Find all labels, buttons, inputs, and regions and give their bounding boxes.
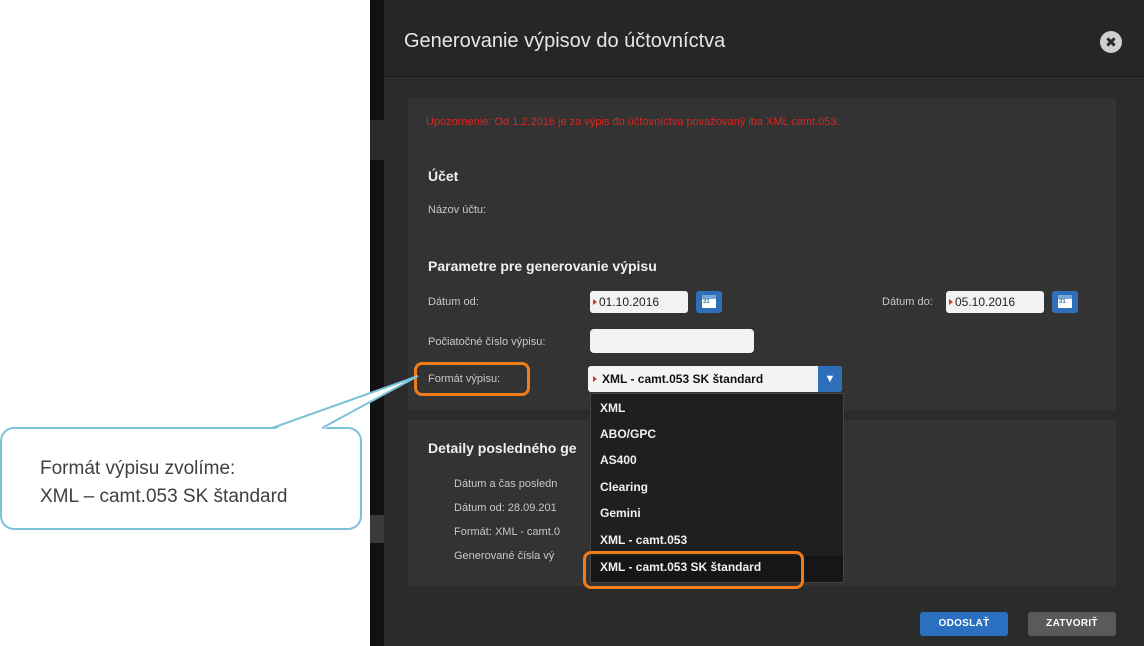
date-from-value: 01.10.2016 (599, 295, 660, 309)
required-marker (593, 376, 597, 382)
required-marker (949, 299, 953, 305)
chevron-down-icon[interactable]: ▼ (818, 366, 842, 392)
selected-option-highlight (583, 551, 804, 589)
date-to-label: Dátum do: (882, 296, 933, 308)
date-from-input[interactable]: 01.10.2016 (590, 291, 688, 313)
last-details-line: Formát: XML - camt.0 (454, 526, 560, 538)
callout-line: Formát výpisu zvolíme: (40, 458, 236, 479)
account-name-label: Názov účtu: (428, 204, 487, 216)
last-details-title: Detaily posledného ge (428, 440, 577, 456)
format-option-abo-gpc[interactable]: ABO/GPC (600, 427, 656, 441)
format-option-as400[interactable]: AS400 (600, 453, 637, 467)
format-option-gemini[interactable]: Gemini (600, 506, 641, 520)
background-fragment (370, 515, 384, 543)
account-section-title: Účet (428, 168, 459, 184)
last-details-line: Generované čísla vý (454, 550, 555, 562)
last-details-line: Dátum a čas posledn (454, 478, 558, 490)
format-option-camt053[interactable]: XML - camt.053 (600, 533, 687, 547)
date-to-input[interactable]: 05.10.2016 (946, 291, 1044, 313)
format-option-clearing[interactable]: Clearing (600, 480, 648, 494)
date-to-value: 05.10.2016 (955, 295, 1016, 309)
format-select[interactable]: XML - camt.053 SK štandard ▼ (588, 366, 842, 392)
close-button[interactable]: ZATVORIŤ (1028, 612, 1116, 636)
calendar-icon[interactable]: 31 (696, 291, 722, 313)
start-number-label: Počiatočné číslo výpisu: (428, 336, 546, 348)
start-number-input[interactable] (590, 329, 754, 353)
format-select-value: XML - camt.053 SK štandard (602, 372, 764, 386)
close-icon[interactable]: ✖ (1100, 31, 1122, 53)
format-label-highlight (414, 362, 530, 396)
send-button[interactable]: ODOSLAŤ (920, 612, 1008, 636)
calendar-icon[interactable]: 31 (1052, 291, 1078, 313)
params-section-title: Parametre pre generovanie výpisu (428, 258, 657, 274)
callout-line: XML – camt.053 SK štandard (40, 486, 288, 507)
required-marker (593, 299, 597, 305)
background-fragment (370, 120, 384, 160)
warning-message: Upozornenie: Od 1.2.2016 je za výpis do … (426, 116, 840, 128)
dialog-title: Generovanie výpisov do účtovníctva (404, 30, 726, 52)
dialog-header: Generovanie výpisov do účtovníctva ✖ (384, 0, 1144, 77)
callout-text: Formát výpisu zvolíme: XML – camt.053 SK… (40, 455, 287, 511)
statement-generation-dialog: Generovanie výpisov do účtovníctva ✖ Upo… (384, 0, 1144, 646)
background-window-strip (370, 0, 384, 646)
date-from-label: Dátum od: (428, 296, 479, 308)
last-details-line: Dátum od: 28.09.201 (454, 502, 557, 514)
format-option-xml[interactable]: XML (600, 401, 625, 415)
